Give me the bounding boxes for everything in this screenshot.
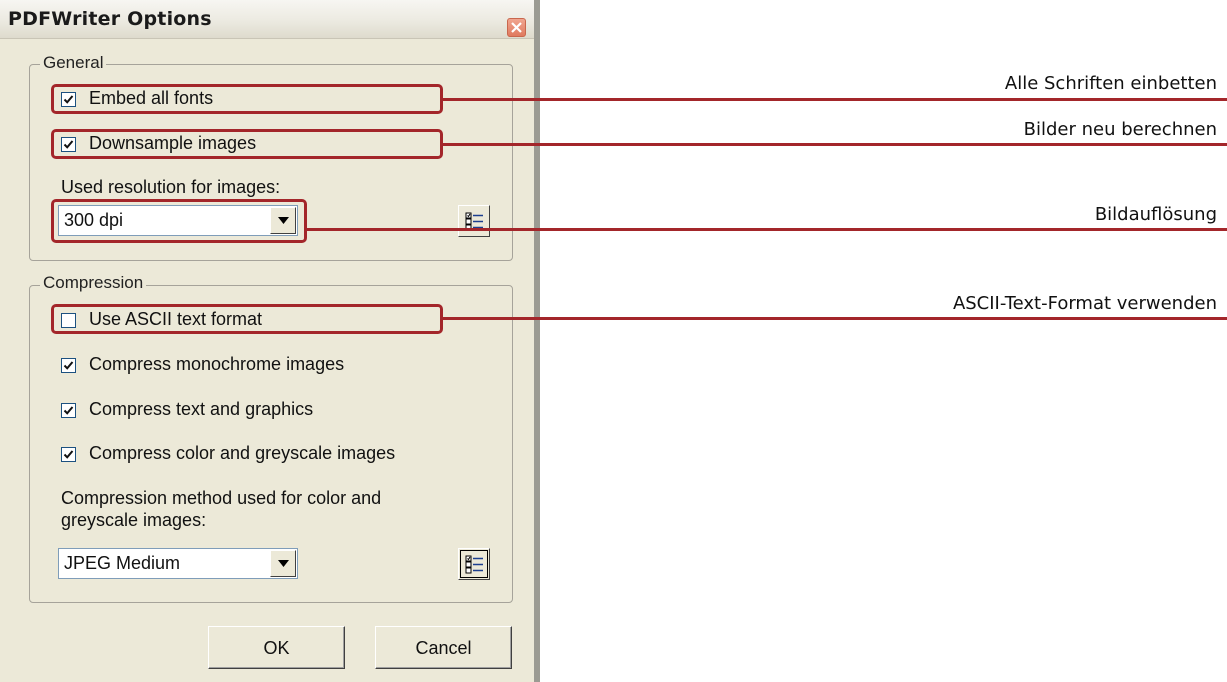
compression-method-select[interactable]: JPEG Medium	[58, 548, 298, 579]
embed-fonts-highlight	[51, 84, 443, 114]
ascii-annotation: ASCII-Text-Format verwenden	[952, 293, 1217, 314]
color-grey-label: Compress color and greyscale images	[89, 443, 396, 463]
compression-method-dropdown-button[interactable]	[270, 550, 296, 577]
text-graphics-checkbox-row[interactable]: Compress text and graphics	[61, 399, 361, 425]
general-legend: General	[40, 53, 107, 73]
mono-label: Compress monochrome images	[89, 354, 345, 374]
ascii-connector	[443, 317, 1227, 320]
checkmark-icon	[63, 450, 74, 459]
mono-checkbox[interactable]	[61, 358, 76, 373]
cancel-button[interactable]: Cancel	[375, 626, 512, 669]
resolution-connector	[307, 228, 1227, 231]
close-button[interactable]	[507, 18, 526, 37]
resolution-annotation: Bildauflösung	[1094, 204, 1217, 225]
embed-fonts-annotation: Alle Schriften einbetten	[1004, 73, 1217, 94]
compression-legend: Compression	[40, 273, 147, 293]
resolution-label: Used resolution for images:	[61, 177, 281, 197]
cancel-button-label: Cancel	[415, 638, 472, 658]
checkmark-icon	[63, 361, 74, 370]
list-settings-icon	[465, 555, 483, 574]
ascii-highlight	[51, 304, 443, 334]
chevron-down-icon	[278, 560, 289, 567]
text-graphics-label: Compress text and graphics	[89, 399, 314, 419]
checkmark-icon	[63, 406, 74, 415]
text-graphics-checkbox[interactable]	[61, 403, 76, 418]
color-grey-checkbox-row[interactable]: Compress color and greyscale images	[61, 443, 451, 469]
ok-button[interactable]: OK	[208, 626, 345, 669]
close-icon	[511, 22, 522, 33]
resolution-highlight	[51, 199, 307, 243]
downsample-highlight	[51, 129, 443, 159]
downsample-annotation: Bilder neu berechnen	[1023, 119, 1217, 140]
compression-options-button[interactable]	[458, 548, 490, 580]
downsample-connector	[443, 143, 1227, 146]
mono-checkbox-row[interactable]: Compress monochrome images	[61, 354, 391, 380]
resolution-options-button[interactable]	[458, 205, 490, 237]
dialog-title: PDFWriter Options	[8, 8, 212, 30]
embed-fonts-connector	[443, 98, 1227, 101]
title-bar[interactable]: PDFWriter Options	[0, 0, 534, 39]
ok-button-label: OK	[263, 638, 290, 658]
color-grey-checkbox[interactable]	[61, 447, 76, 462]
compression-method-value: JPEG Medium	[64, 553, 181, 573]
compression-method-label: Compression method used for color and gr…	[61, 488, 382, 530]
